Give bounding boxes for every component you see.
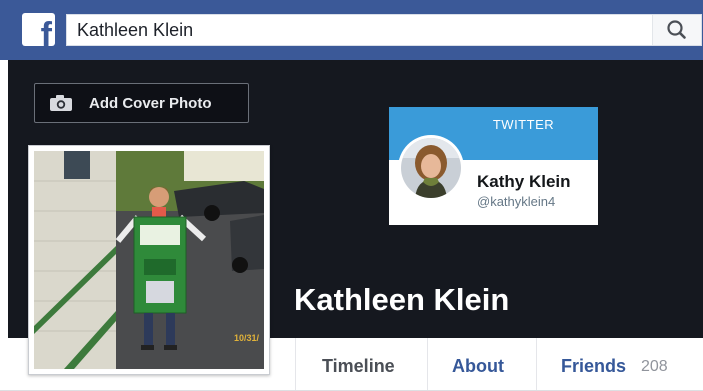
top-nav-bar: f (0, 0, 703, 60)
facebook-logo-letter: f (40, 16, 52, 46)
profile-name[interactable]: Kathleen Klein (294, 282, 509, 318)
profile-photo-image: 10/31/ (34, 151, 264, 369)
tab-about-label: About (452, 356, 504, 376)
facebook-logo-icon[interactable]: f (22, 13, 55, 46)
avatar-portrait-icon (401, 138, 461, 198)
twitter-handle[interactable]: @kathyklein4 (477, 194, 555, 209)
photo-date-stamp: 10/31/ (234, 333, 260, 343)
search-button[interactable] (652, 15, 701, 45)
tab-friends-label: Friends (561, 356, 627, 376)
tab-timeline-label: Timeline (322, 356, 395, 376)
search-input[interactable] (77, 19, 637, 41)
tab-friends[interactable]: Friends 208 (536, 338, 703, 390)
tab-timeline[interactable]: Timeline (295, 338, 427, 390)
twitter-display-name[interactable]: Kathy Klein (477, 172, 571, 192)
friends-count: 208 (641, 358, 668, 375)
search-bar (66, 14, 702, 46)
tab-about[interactable]: About (427, 338, 536, 390)
search-icon (667, 20, 686, 39)
profile-picture[interactable]: 10/31/ (28, 145, 270, 375)
add-cover-photo-button[interactable]: Add Cover Photo (34, 83, 249, 123)
twitter-card[interactable]: TWITTER Kathy Klein @kathyklein4 (389, 107, 598, 225)
twitter-card-title: TWITTER (492, 117, 555, 132)
add-cover-photo-label: Add Cover Photo (89, 95, 212, 112)
twitter-avatar[interactable] (398, 135, 464, 201)
camera-icon (50, 95, 72, 111)
